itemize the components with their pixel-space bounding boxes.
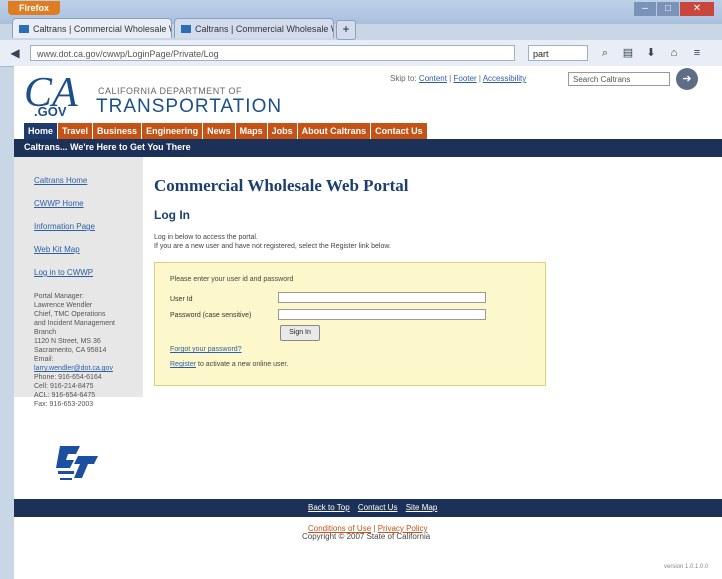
web-page: CA .GOV CALIFORNIA DEPARTMENT OF TRANSPO… [14, 66, 722, 579]
sidebar-item-caltrans-home[interactable]: Caltrans Home [34, 176, 87, 185]
footer-contact-link[interactable]: Contact Us [358, 503, 398, 512]
search-icon[interactable]: ⌕ [596, 45, 614, 61]
contact-title: Portal Manager: [34, 293, 84, 300]
caltrans-logo-icon [56, 446, 98, 480]
contact-line: Lawrence Wendler [34, 302, 93, 309]
tab-label: Caltrans | Commercial Wholesale We... [195, 24, 333, 34]
skip-label: Skip to: [390, 74, 417, 83]
transportation-title: TRANSPORTATION [96, 96, 283, 117]
portal-manager-contact: Portal Manager: Lawrence Wendler Chief, … [34, 292, 138, 409]
contact-phone: Phone: 916-654-6164 [34, 374, 102, 381]
bookmarks-icon[interactable]: ▤ [619, 45, 637, 61]
contact-line: Chief, TMC Operations [34, 311, 106, 318]
gov-logo-text: .GOV [34, 104, 67, 119]
contact-email-link[interactable]: larry.wendler@dot.ca.gov [34, 364, 138, 373]
sidebar-item-log-in[interactable]: Log in to CWWP [34, 268, 93, 277]
user-id-input[interactable] [278, 292, 486, 303]
contact-line: Branch [34, 329, 57, 336]
back-icon[interactable]: ◀ [6, 44, 24, 62]
sidebar-item-information-page[interactable]: Information Page [34, 222, 95, 231]
contact-phone: ACL: 916-654-6475 [34, 392, 96, 399]
main-menu: Home Travel Business Engineering News Ma… [24, 123, 428, 139]
menu-item-jobs[interactable]: Jobs [267, 123, 297, 139]
accessibility-link[interactable]: Accessibility [483, 74, 527, 83]
window-controls: – □ ✕ [633, 2, 714, 18]
close-icon[interactable]: ✕ [680, 2, 714, 16]
menu-item-about[interactable]: About Caltrans [297, 123, 371, 139]
login-prompt: Please enter your user id and password [170, 276, 294, 283]
login-heading: Log In [154, 208, 190, 222]
menu-item-news[interactable]: News [203, 123, 235, 139]
sidebar-item-cwwp-home[interactable]: CWWP Home [34, 199, 84, 208]
contact-line: Sacramento, CA 95814 [34, 347, 107, 354]
browser-search-input[interactable]: part [528, 45, 588, 61]
menu-item-home[interactable]: Home [24, 123, 58, 139]
back-to-top-link[interactable]: Back to Top [308, 503, 350, 512]
register-instructions: If you are a new user and have not regis… [154, 243, 391, 250]
firefox-menu-button[interactable]: Firefox [8, 1, 60, 15]
favicon-icon [181, 25, 191, 33]
tab-strip: Caltrans | Commercial Wholesale We... Ca… [12, 18, 356, 40]
password-input[interactable] [278, 309, 486, 320]
contact-line: and Incident Management [34, 320, 115, 327]
contact-line: Email: [34, 356, 54, 363]
site-search-input[interactable]: Search Caltrans [568, 72, 670, 86]
site-search-button[interactable]: ➜ [676, 68, 698, 90]
menu-item-business[interactable]: Business [93, 123, 142, 139]
skip-content-link[interactable]: Content [419, 74, 447, 83]
browser-tab[interactable]: Caltrans | Commercial Wholesale We... [174, 18, 334, 38]
utility-links: Skip to: Content | Footer | Accessibilit… [390, 74, 527, 83]
contact-phone: Fax: 916-653-2003 [34, 401, 94, 408]
favicon-icon [19, 25, 29, 33]
contact-phone: Cell: 916-214-8475 [34, 383, 94, 390]
register-line: Register to activate a new online user. [170, 361, 288, 368]
menu-item-contact[interactable]: Contact Us [371, 123, 427, 139]
menu-icon[interactable]: ≡ [688, 45, 706, 61]
menu-item-maps[interactable]: Maps [235, 123, 267, 139]
new-tab-button[interactable]: + [336, 20, 356, 40]
download-icon[interactable]: ⬇ [642, 45, 660, 61]
footer-links: Back to Top Contact Us Site Map [308, 503, 443, 512]
address-bar[interactable]: www.dot.ca.gov/cwwp/LoginPage/Private/Lo… [30, 45, 515, 61]
password-label: Password (case sensitive) [170, 312, 252, 319]
skip-footer-link[interactable]: Footer [453, 74, 476, 83]
tagline: Caltrans... We're Here to Get You There [24, 142, 191, 152]
sidebar-item-web-kit-map[interactable]: Web Kit Map [34, 245, 80, 254]
forgot-password-link[interactable]: Forgot your password? [170, 346, 242, 353]
version-label: version 1.0.1.0.0 [664, 564, 709, 570]
register-text: to activate a new online user. [196, 361, 289, 368]
toolbar-icons: ⌕ ▤ ⬇ ⌂ ≡ [596, 45, 711, 61]
browser-tab[interactable]: Caltrans | Commercial Wholesale We... [12, 18, 172, 38]
sign-in-button[interactable]: Sign In [280, 325, 320, 341]
page-title: Commercial Wholesale Web Portal [154, 176, 409, 195]
home-icon[interactable]: ⌂ [665, 45, 683, 61]
menu-item-engineering[interactable]: Engineering [142, 123, 203, 139]
login-instructions: Log in below to access the portal. [154, 234, 258, 241]
minimize-icon[interactable]: – [634, 2, 656, 16]
tab-label: Caltrans | Commercial Wholesale We... [33, 24, 171, 34]
department-label: CALIFORNIA DEPARTMENT OF [98, 86, 243, 96]
copyright: Copyright © 2007 State of California [302, 532, 431, 541]
user-id-label: User Id [170, 296, 193, 303]
register-link[interactable]: Register [170, 361, 196, 368]
contact-line: 1120 N Street, MS 36 [34, 338, 101, 345]
site-map-link[interactable]: Site Map [406, 503, 438, 512]
maximize-icon[interactable]: □ [657, 2, 679, 16]
menu-item-travel[interactable]: Travel [58, 123, 93, 139]
